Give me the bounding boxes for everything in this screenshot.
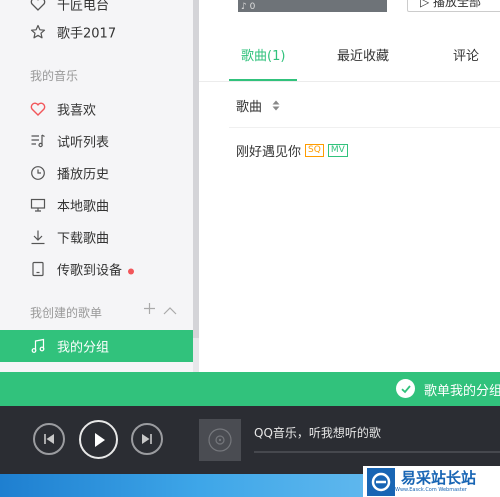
column-header-song[interactable]: 歌曲 [236, 96, 280, 115]
tab-recent-favorites[interactable]: 最近收藏 [337, 40, 389, 82]
watermark-subtitle: Www.Easck.Com Webmaster [395, 487, 467, 493]
sidebar-item-label: 本地歌曲 [57, 199, 110, 215]
watermark-logo: 易采站长站 Www.Easck.Com Webmaster [363, 466, 500, 497]
song-title[interactable]: 刚好遇见你 [236, 141, 301, 160]
toast-message: 歌单我的分组 [424, 384, 500, 399]
sidebar-item-history[interactable]: 播放历史 [0, 157, 193, 189]
sort-icon[interactable] [272, 100, 280, 111]
heart-icon [30, 0, 46, 12]
heart-icon [30, 101, 46, 117]
watermark-text-block: 易采站长站 Www.Easck.Com Webmaster [395, 469, 477, 494]
sidebar-item-my-group[interactable]: 我的分组 [0, 330, 193, 362]
sidebar: 千匠电台 歌手2017 我的音乐 我喜欢 试听列表 播放历史 本地歌曲 下载歌曲… [0, 0, 193, 372]
tab-songs[interactable]: 歌曲(1) [241, 40, 285, 82]
star-icon [30, 24, 46, 40]
player-bar: QQ音乐，听我想听的歌 [0, 406, 500, 474]
tab-comments[interactable]: 评论 [453, 40, 479, 82]
now-playing-text: QQ音乐，听我想听的歌 [254, 426, 381, 440]
previous-icon [44, 434, 54, 444]
monitor-icon [30, 197, 46, 213]
sq-badge: SQ [305, 144, 324, 157]
album-art[interactable] [199, 419, 241, 461]
cover-play-count: ♪ 0 [241, 2, 256, 12]
sidebar-item-transfer-device[interactable]: 传歌到设备 [0, 253, 193, 285]
device-icon [30, 261, 46, 277]
music-note-icon [30, 338, 46, 354]
song-row[interactable]: 刚好遇见你 SQ MV [236, 141, 348, 160]
notification-dot [128, 268, 135, 274]
sidebar-item-singer[interactable]: 歌手2017 [0, 16, 193, 48]
playlist-cover-image: ♪ 0 [238, 0, 387, 12]
sidebar-item-label: 下载歌曲 [57, 231, 110, 247]
toast-notification: 歌单我的分组 [0, 372, 500, 406]
sidebar-item-downloads[interactable]: 下载歌曲 [0, 221, 193, 253]
section-title-created-playlists: 我创建的歌单 [30, 306, 103, 320]
playlist-icon [30, 133, 46, 149]
collapse-chevron-icon[interactable] [163, 304, 177, 320]
mv-badge[interactable]: MV [327, 144, 348, 157]
active-tab-indicator [229, 79, 297, 81]
sidebar-item-label: 试听列表 [57, 135, 110, 151]
sidebar-item-trial-list[interactable]: 试听列表 [0, 125, 193, 157]
play-icon [94, 432, 105, 447]
clock-icon [30, 165, 46, 181]
add-playlist-icon[interactable] [143, 302, 156, 319]
main-panel: ♪ 0 ▷ 播放全部 歌曲(1) 最近收藏 评论 歌曲 刚好遇见你 SQ MV [199, 0, 500, 372]
sidebar-item-label: 千匠电台 [57, 0, 110, 14]
disc-icon [208, 428, 232, 452]
next-icon [142, 434, 152, 444]
sidebar-item-label: 我的分组 [57, 340, 110, 356]
download-icon [30, 229, 46, 245]
section-title-my-music: 我的音乐 [30, 69, 79, 83]
sidebar-item-label-text: 传歌到设备 [57, 263, 123, 279]
sidebar-item-favorites[interactable]: 我喜欢 [0, 93, 193, 125]
next-button[interactable] [131, 423, 163, 455]
check-icon [396, 379, 415, 398]
sidebar-item-label: 歌手2017 [57, 26, 117, 42]
header-divider [229, 127, 500, 128]
sidebar-item-label: 我喜欢 [57, 103, 97, 119]
tab-bar: 歌曲(1) 最近收藏 评论 [199, 40, 500, 82]
sidebar-item-local-songs[interactable]: 本地歌曲 [0, 189, 193, 221]
previous-button[interactable] [33, 423, 65, 455]
sidebar-item-label: 传歌到设备 [57, 260, 135, 279]
sidebar-item-label: 播放历史 [57, 167, 110, 183]
play-all-button[interactable]: ▷ 播放全部 [407, 0, 500, 12]
column-header-label: 歌曲 [236, 100, 263, 115]
watermark-e-icon [367, 467, 395, 496]
play-button[interactable] [79, 420, 118, 459]
progress-bar[interactable] [254, 451, 500, 453]
watermark-title: 易采站长站 [401, 469, 477, 487]
